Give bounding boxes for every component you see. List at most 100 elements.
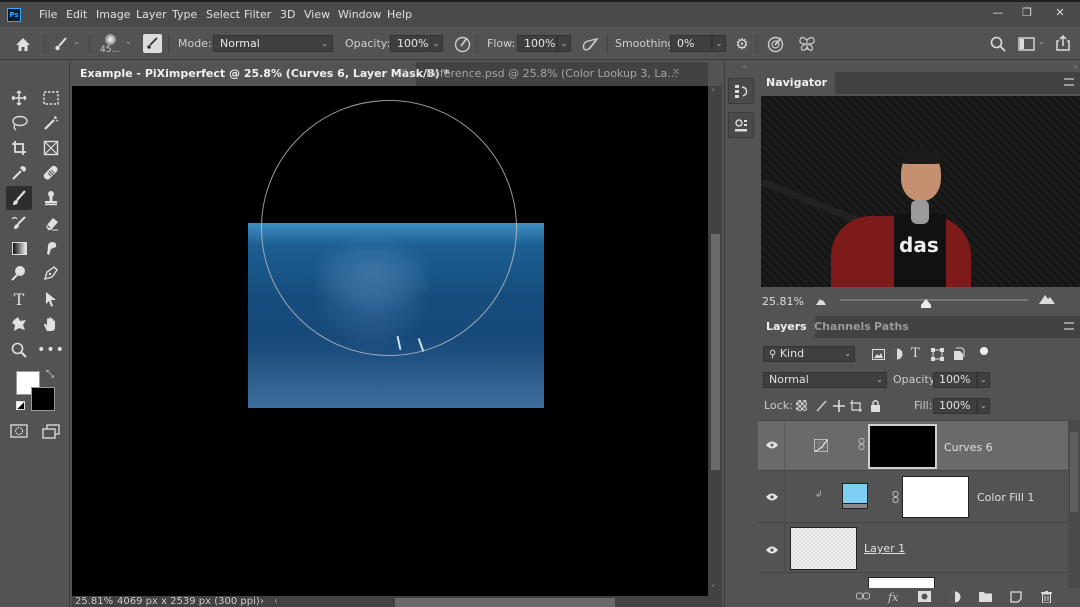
pressure-opacity-icon[interactable] bbox=[452, 35, 472, 53]
lasso-tool-icon[interactable] bbox=[6, 111, 32, 135]
add-mask-icon[interactable] bbox=[918, 591, 931, 605]
visibility-eye-icon[interactable] bbox=[766, 491, 778, 504]
brush-preset-icon[interactable] bbox=[52, 35, 70, 53]
menu-edit[interactable]: Edit bbox=[66, 8, 87, 21]
custom-shape-tool-icon[interactable] bbox=[6, 312, 32, 336]
smoothing-dropdown-arrow[interactable]: ⌄ bbox=[712, 35, 726, 52]
menu-image[interactable]: Image bbox=[96, 8, 130, 21]
visibility-eye-icon[interactable] bbox=[766, 439, 778, 452]
layer-row-layer-1[interactable]: Layer 1 bbox=[758, 522, 1068, 573]
new-adjustment-layer-icon[interactable] bbox=[949, 591, 961, 606]
restore-button[interactable]: ❐ bbox=[1016, 5, 1038, 21]
new-group-folder-icon[interactable] bbox=[979, 591, 992, 605]
tab-navigator[interactable]: Navigator bbox=[758, 72, 836, 94]
smoothing-settings-gear-icon[interactable]: ⚙ bbox=[733, 35, 751, 53]
lock-all-icon[interactable] bbox=[869, 398, 881, 412]
layer-row-color-fill-1[interactable]: ↲ Color Fill 1 bbox=[758, 470, 1068, 523]
history-brush-tool-icon[interactable] bbox=[6, 211, 32, 235]
pen-tool-icon[interactable] bbox=[38, 261, 64, 285]
transparent-layer-thumbnail[interactable] bbox=[790, 527, 857, 570]
properties-panel-icon[interactable] bbox=[728, 112, 754, 138]
layer-opacity-arrow[interactable]: ⌄ bbox=[977, 372, 990, 388]
swap-colors-icon[interactable]: ⤡ bbox=[46, 369, 54, 380]
horizontal-scrollbar-thumb[interactable] bbox=[395, 598, 615, 607]
scroll-left-arrow-icon[interactable]: ‹ bbox=[274, 596, 278, 607]
workspace-icon[interactable] bbox=[1016, 35, 1036, 53]
layer-mask-thumbnail[interactable] bbox=[868, 424, 937, 469]
layer-opacity-input[interactable]: 100% bbox=[933, 372, 977, 388]
tab-example-document[interactable]: Example - PiXimperfect @ 25.8% (Curves 6… bbox=[72, 62, 449, 86]
fx-icon[interactable]: fx bbox=[888, 591, 898, 604]
filter-smart-objects-icon[interactable] bbox=[953, 347, 965, 361]
navigator-preview[interactable]: das bbox=[761, 96, 1080, 287]
pressure-size-icon[interactable] bbox=[765, 35, 785, 53]
opacity-input[interactable]: 100% bbox=[390, 35, 428, 52]
move-tool-icon[interactable] bbox=[6, 86, 32, 110]
zoom-tool-icon[interactable] bbox=[6, 338, 32, 362]
chevron-down-icon[interactable]: ⌄ bbox=[125, 37, 132, 46]
eyedropper-tool-icon[interactable] bbox=[6, 161, 32, 185]
hand-tool-icon[interactable] bbox=[38, 312, 64, 336]
lock-artboard-icon[interactable] bbox=[850, 399, 863, 412]
screen-mode-icon[interactable] bbox=[38, 419, 64, 443]
status-menu-arrow[interactable]: › bbox=[260, 596, 264, 607]
lock-transparent-pixels-icon[interactable] bbox=[796, 400, 807, 411]
filter-toggle-icon[interactable] bbox=[980, 347, 988, 355]
menu-filter[interactable]: Filter bbox=[244, 8, 271, 21]
panel-menu-icon[interactable] bbox=[1064, 322, 1074, 330]
scroll-down-arrow-icon[interactable]: ˅ bbox=[711, 584, 715, 593]
navigator-zoom-slider[interactable] bbox=[840, 299, 1028, 301]
airbrush-icon[interactable] bbox=[579, 35, 601, 53]
close-icon[interactable]: ✕ bbox=[400, 67, 408, 78]
menu-file[interactable]: File bbox=[39, 8, 57, 21]
tab-reference-document[interactable]: Reference.psd @ 25.8% (Color Lookup 3, L… bbox=[418, 62, 688, 86]
navigator-zoom-slider-thumb[interactable] bbox=[921, 298, 932, 308]
more-tools-icon[interactable]: ••• bbox=[37, 338, 64, 362]
mask-link-chain-icon[interactable] bbox=[858, 438, 865, 453]
mask-link-chain-icon[interactable] bbox=[892, 491, 899, 506]
smoothing-input[interactable]: 0% bbox=[670, 35, 712, 52]
layer-filter-kind-dropdown[interactable]: ⚲ Kind ⌄ bbox=[763, 346, 855, 362]
search-icon[interactable] bbox=[988, 35, 1008, 53]
symmetry-butterfly-icon[interactable] bbox=[797, 35, 817, 53]
layer-name[interactable]: Layer 1 bbox=[864, 542, 905, 555]
minimize-button[interactable]: — bbox=[987, 5, 1009, 21]
fill-input[interactable]: 100% bbox=[933, 398, 977, 414]
zoom-in-mountain-icon[interactable] bbox=[1039, 294, 1055, 307]
brush-tool-icon[interactable] bbox=[6, 186, 32, 210]
default-colors-icon[interactable] bbox=[16, 401, 25, 410]
menu-view[interactable]: View bbox=[304, 8, 330, 21]
color-fill-thumbnail[interactable] bbox=[842, 483, 868, 509]
frame-tool-icon[interactable] bbox=[38, 136, 64, 160]
scroll-up-arrow-icon[interactable]: ˄ bbox=[711, 88, 715, 97]
menu-select[interactable]: Select bbox=[206, 8, 240, 21]
brush-tip-icon[interactable] bbox=[100, 32, 120, 46]
new-layer-icon[interactable] bbox=[1010, 591, 1022, 606]
quick-mask-icon[interactable] bbox=[6, 419, 32, 443]
delete-layer-trash-icon[interactable] bbox=[1041, 591, 1052, 606]
gradient-tool-icon[interactable] bbox=[6, 236, 32, 260]
layer-name[interactable]: Curves 6 bbox=[944, 441, 993, 454]
document-canvas[interactable] bbox=[72, 86, 708, 596]
close-button[interactable]: ✕ bbox=[1049, 5, 1071, 21]
layer-name[interactable]: Color Fill 1 bbox=[977, 491, 1034, 504]
zoom-level-readout[interactable]: 25.81% bbox=[75, 596, 113, 607]
crop-tool-icon[interactable] bbox=[6, 136, 32, 160]
collapse-icon[interactable]: « bbox=[742, 62, 747, 71]
menu-window[interactable]: Window bbox=[338, 8, 381, 21]
type-tool-icon[interactable]: T bbox=[6, 287, 32, 311]
flow-input[interactable]: 100% bbox=[517, 35, 557, 52]
lock-image-pixels-icon[interactable] bbox=[814, 399, 827, 412]
opacity-dropdown-arrow[interactable]: ⌄ bbox=[429, 35, 443, 52]
layer-row-partial[interactable] bbox=[758, 572, 1068, 589]
layer-row-curves-6[interactable]: Curves 6 bbox=[758, 420, 1068, 471]
layers-scrollbar[interactable] bbox=[1068, 420, 1080, 588]
panel-menu-icon[interactable] bbox=[1064, 78, 1074, 86]
menu-layer[interactable]: Layer bbox=[136, 8, 167, 21]
clone-stamp-tool-icon[interactable] bbox=[38, 186, 64, 210]
zoom-out-mountain-icon[interactable] bbox=[816, 295, 826, 308]
chevron-down-icon[interactable]: ⌄ bbox=[1038, 37, 1045, 46]
home-icon[interactable] bbox=[13, 35, 33, 53]
blend-mode-dropdown[interactable]: Normal ⌄ bbox=[763, 372, 887, 388]
magic-wand-tool-icon[interactable] bbox=[38, 111, 64, 135]
